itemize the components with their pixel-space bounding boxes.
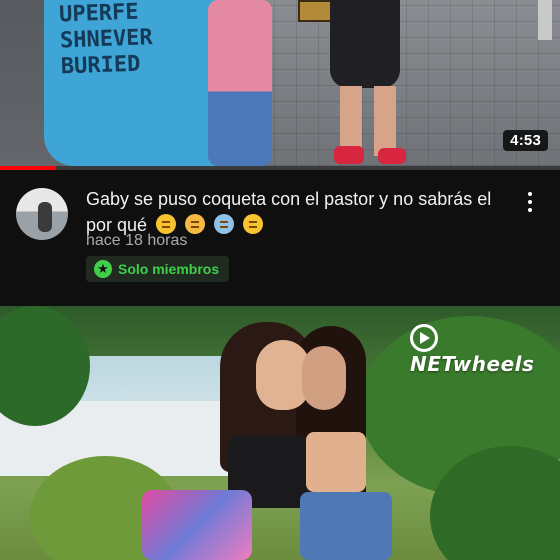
channel-avatar[interactable] — [16, 188, 68, 240]
upload-age: hace 18 horas — [86, 232, 188, 249]
pole — [538, 0, 552, 40]
face-with-hand-over-mouth-icon — [243, 214, 264, 234]
leg — [374, 86, 396, 156]
badge-label: Solo miembros — [118, 261, 220, 277]
members-only-badge: ★ Solo miembros — [86, 256, 230, 282]
video-title[interactable]: Gaby se puso coqueta con el pastor y no … — [86, 186, 496, 238]
red-shoe — [378, 148, 406, 164]
person-pink-top — [208, 0, 272, 166]
face-screaming-in-fear-icon — [185, 214, 206, 234]
channel-watermark: NETwheels — [410, 324, 560, 376]
video-thumbnail[interactable]: UPERFE SHNEVER BURIED 4:53 — [0, 0, 560, 166]
shirt-print: UPERFE SHNEVER BURIED — [58, 0, 154, 80]
video-title-text: Gaby se puso coqueta con el pastor y no … — [86, 189, 492, 235]
kebab-menu-icon[interactable] — [528, 192, 534, 214]
logo-text: NETwheels — [410, 352, 535, 376]
person-right-torso — [306, 432, 366, 492]
red-shoe — [334, 146, 364, 164]
star-icon: ★ — [94, 260, 112, 278]
video-thumbnail[interactable]: NETwheels — [0, 306, 560, 560]
anxious-face-with-sweat-icon — [214, 214, 235, 234]
logo-icon — [410, 324, 438, 352]
video-meta[interactable]: Gaby se puso coqueta con el pastor y no … — [0, 170, 560, 306]
person-right-face — [302, 346, 346, 410]
denim-shorts — [300, 492, 392, 560]
colorful-shorts — [142, 490, 252, 560]
avatar-figure — [38, 202, 52, 232]
person-black-outfit — [330, 0, 400, 88]
face-with-hand-over-mouth-icon — [156, 214, 177, 234]
duration-badge: 4:53 — [503, 130, 548, 151]
